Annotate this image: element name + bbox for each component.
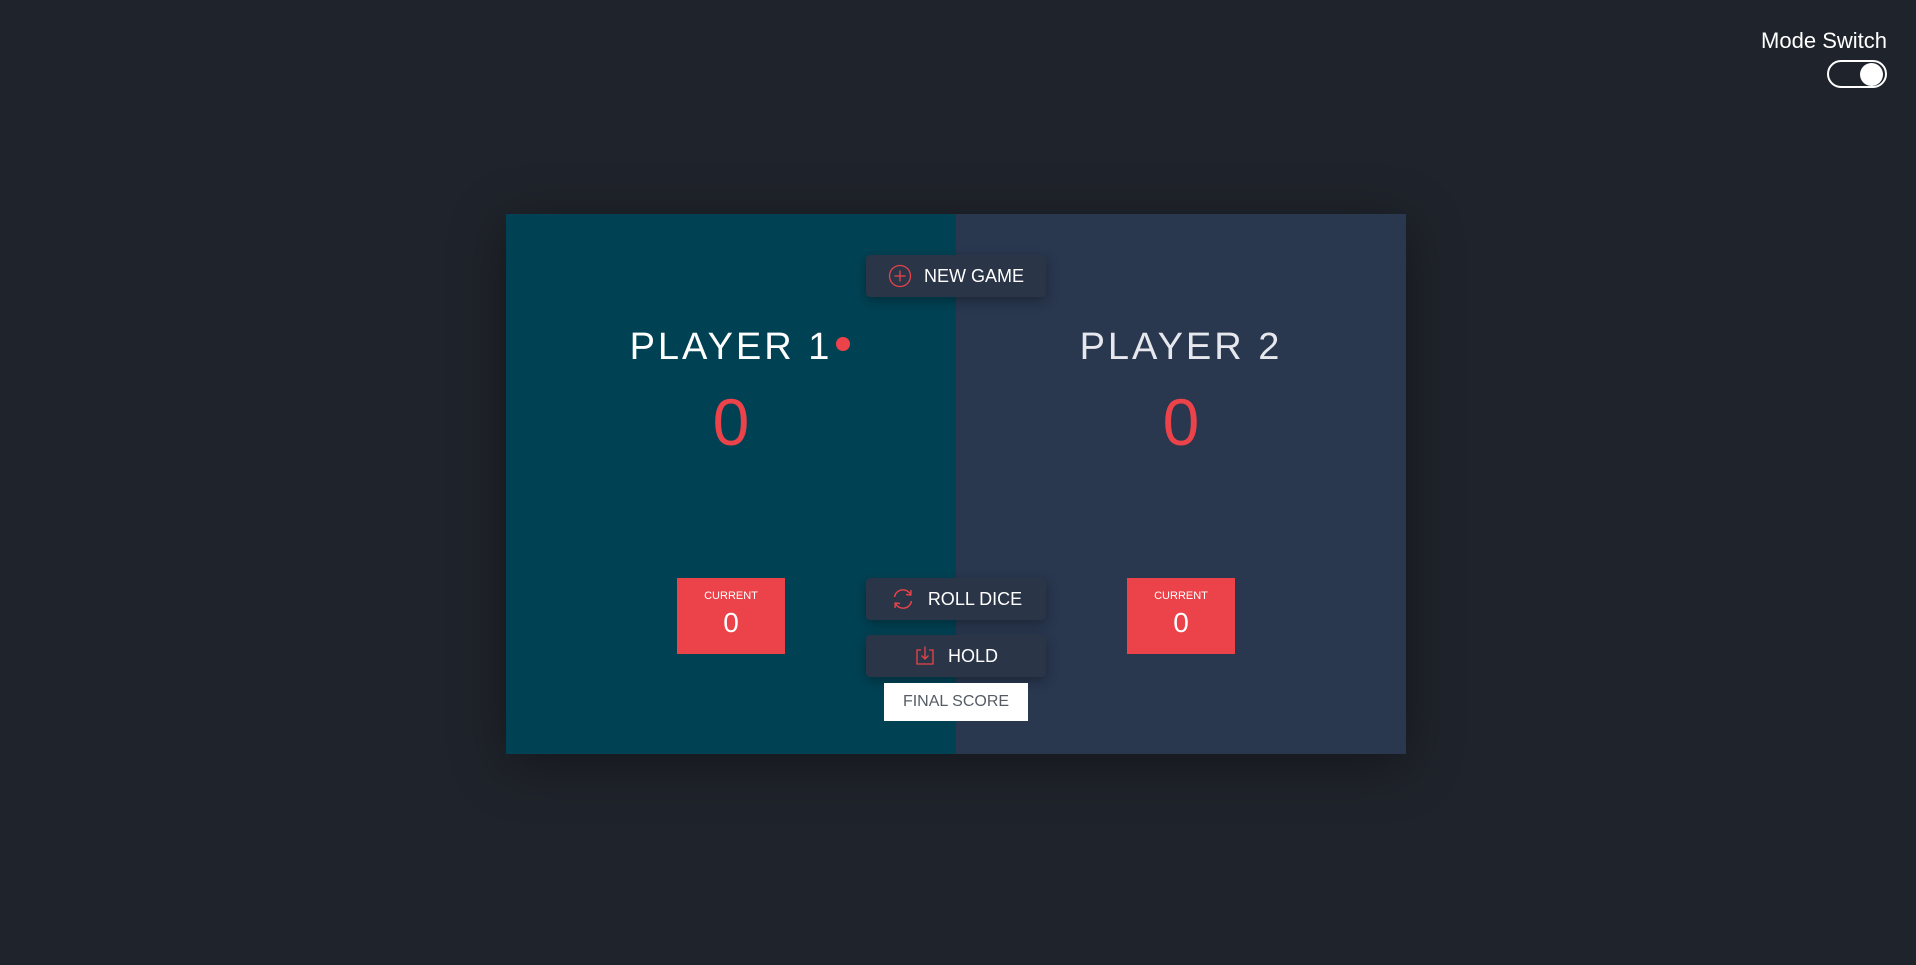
mode-toggle[interactable] xyxy=(1827,60,1887,88)
player-1-current-box: CURRENT 0 xyxy=(677,578,785,654)
game-board: PLAYER 1 0 CURRENT 0 PLAYER 2 0 CURRENT … xyxy=(506,214,1406,754)
mode-switch-label: Mode Switch xyxy=(1761,28,1887,53)
player-1-name: PLAYER 1 xyxy=(629,326,833,368)
hold-label: HOLD xyxy=(947,645,998,666)
player-2-current-box: CURRENT 0 xyxy=(1127,578,1235,654)
player-2-name: PLAYER 2 xyxy=(1079,326,1283,368)
download-icon xyxy=(914,645,936,667)
player-2-score: 0 xyxy=(1162,385,1200,459)
toggle-knob xyxy=(1860,63,1883,86)
player-1-score: 0 xyxy=(712,385,750,459)
hold-button[interactable]: HOLD xyxy=(866,635,1046,677)
plus-circle-icon xyxy=(888,264,912,288)
player-2-current-score: 0 xyxy=(1173,607,1189,638)
roll-dice-label: ROLL DICE xyxy=(927,588,1023,609)
player-2-current-label: CURRENT xyxy=(1154,590,1208,602)
refresh-icon xyxy=(890,586,916,612)
player-1-current-label: CURRENT xyxy=(704,590,758,602)
new-game-button[interactable]: NEW GAME xyxy=(866,255,1046,297)
active-player-indicator xyxy=(836,337,850,351)
final-score-input[interactable] xyxy=(884,683,1028,721)
mode-switch: Mode Switch xyxy=(1761,28,1887,88)
new-game-label: NEW GAME xyxy=(923,265,1024,286)
player-1-current-score: 0 xyxy=(723,607,739,638)
roll-dice-button[interactable]: ROLL DICE xyxy=(866,578,1046,620)
